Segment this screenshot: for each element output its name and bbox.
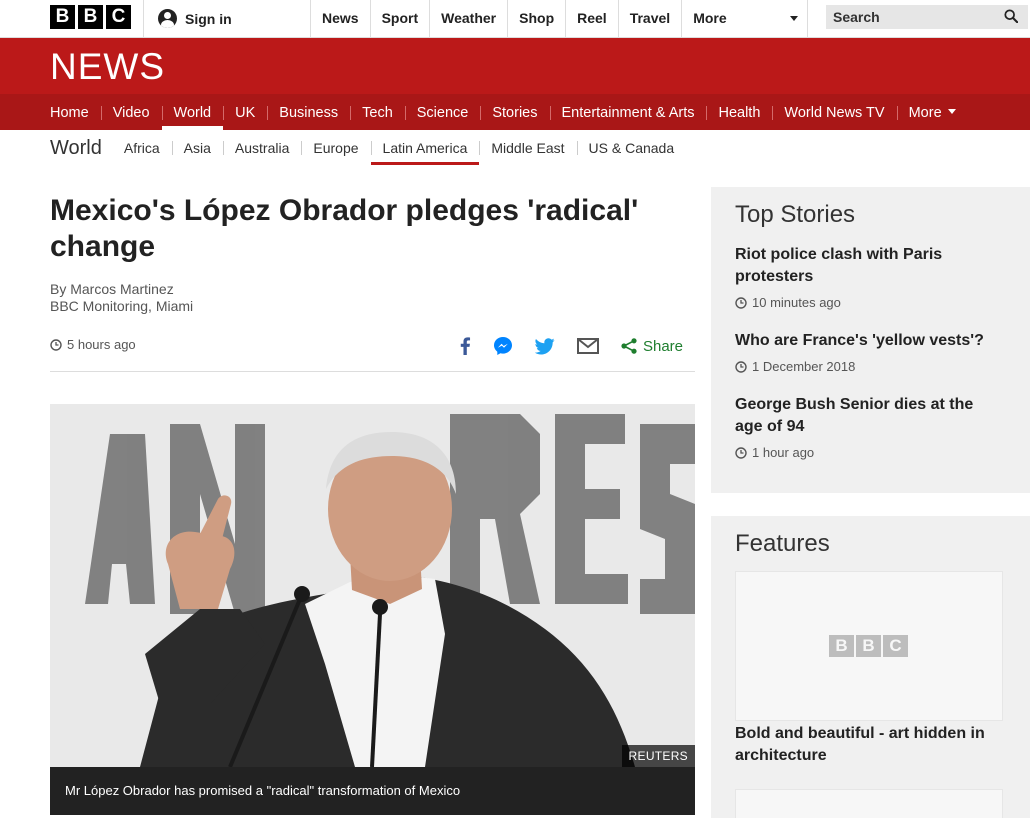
section-europe[interactable]: Europe <box>301 130 370 166</box>
features-panel: Features B B C Bold and beautiful - art … <box>711 516 1030 818</box>
global-nav-more-label: More <box>693 10 727 26</box>
section-africa[interactable]: Africa <box>112 130 172 166</box>
clock-icon <box>735 296 747 309</box>
news-wordmark[interactable]: NEWS <box>50 48 165 86</box>
logo-letter: B <box>829 635 854 657</box>
news-main-nav: Home Video World UK Business Tech Scienc… <box>0 94 1030 130</box>
section-middle-east[interactable]: Middle East <box>479 130 576 166</box>
logo-letter: B <box>50 5 75 29</box>
top-story-item[interactable]: Who are France's 'yellow vests'? 1 Decem… <box>735 330 1005 374</box>
nav-video[interactable]: Video <box>100 94 162 130</box>
logo-letter: B <box>856 635 881 657</box>
nav-home[interactable]: Home <box>38 94 101 130</box>
features-title: Features <box>735 530 830 557</box>
feature-image-placeholder[interactable] <box>735 789 1003 818</box>
share-label: Share <box>642 337 683 355</box>
top-story-time-text: 1 December 2018 <box>752 359 856 374</box>
article-headline: Mexico's López Obrador pledges 'radical'… <box>50 194 639 263</box>
top-story-item[interactable]: George Bush Senior dies at the age of 94… <box>735 394 1005 460</box>
author-name: By Marcos Martinez <box>50 281 174 297</box>
section-us-canada[interactable]: US & Canada <box>576 130 687 166</box>
chevron-down-icon <box>947 109 956 114</box>
section-asia[interactable]: Asia <box>171 130 223 166</box>
global-nav-shop[interactable]: Shop <box>507 0 565 37</box>
top-story-item[interactable]: Riot police clash with Paris protesters … <box>735 244 1005 310</box>
nav-uk[interactable]: UK <box>223 94 267 130</box>
facebook-icon[interactable] <box>459 337 471 355</box>
clock-icon <box>735 360 747 373</box>
feature-title[interactable]: Bold and beautiful - art hidden in archi… <box>735 723 1003 767</box>
author-role: BBC Monitoring, Miami <box>50 298 194 314</box>
nav-business[interactable]: Business <box>267 94 350 130</box>
search-input[interactable] <box>826 5 996 29</box>
nav-more-label: More <box>908 105 942 121</box>
article-hero-image: REUTERS <box>50 404 695 767</box>
nav-world-news-tv[interactable]: World News TV <box>772 94 896 130</box>
byline: By Marcos Martinez BBC Monitoring, Miami <box>50 281 193 315</box>
share-tools: Share <box>459 333 683 359</box>
bbc-logo[interactable]: B B C <box>50 5 131 29</box>
nav-stories[interactable]: Stories <box>480 94 549 130</box>
section-australia[interactable]: Australia <box>222 130 301 166</box>
nav-tech[interactable]: Tech <box>350 94 405 130</box>
sign-in-label: Sign in <box>185 10 232 27</box>
section-nav: World Africa Asia Australia Europe Latin… <box>50 130 686 166</box>
image-credit: REUTERS <box>621 745 695 767</box>
feature-image-placeholder[interactable]: B B C <box>735 571 1003 721</box>
global-nav-weather[interactable]: Weather <box>429 0 507 37</box>
top-story-time-text: 1 hour ago <box>752 445 815 460</box>
search-box <box>826 5 1028 29</box>
top-story-time: 10 minutes ago <box>735 295 1005 310</box>
global-nav-reel[interactable]: Reel <box>565 0 618 37</box>
sign-in-link[interactable]: Sign in <box>158 0 232 37</box>
nav-world[interactable]: World <box>161 94 224 130</box>
top-story-title[interactable]: Who are France's 'yellow vests'? <box>735 330 1005 352</box>
clock-icon <box>735 446 747 459</box>
top-stories-title: Top Stories <box>735 201 856 228</box>
logo-letter: B <box>78 5 103 29</box>
twitter-icon[interactable] <box>534 337 555 355</box>
email-icon[interactable] <box>576 338 599 354</box>
share-button[interactable]: Share <box>621 338 683 355</box>
bbc-placeholder-logo: B B C <box>829 635 908 657</box>
top-story-title[interactable]: Riot police clash with Paris protesters <box>735 244 1005 288</box>
divider <box>143 0 144 37</box>
global-nav-more[interactable]: More <box>681 0 809 37</box>
global-nav-news[interactable]: News <box>310 0 370 37</box>
nav-entertainment-arts[interactable]: Entertainment & Arts <box>549 94 707 130</box>
image-caption: Mr López Obrador has promised a "radical… <box>50 767 695 815</box>
global-nav: News Sport Weather Shop Reel Travel More <box>310 0 809 37</box>
chevron-down-icon <box>790 16 799 21</box>
top-story-time: 1 December 2018 <box>735 359 1005 374</box>
speaker-photo <box>50 404 695 767</box>
top-stories-panel: Top Stories Riot police clash with Paris… <box>711 187 1030 493</box>
messenger-icon[interactable] <box>493 336 513 356</box>
global-nav-travel[interactable]: Travel <box>617 0 681 37</box>
user-icon <box>158 9 177 28</box>
top-story-time: 1 hour ago <box>735 445 1005 460</box>
nav-more[interactable]: More <box>896 94 968 130</box>
nav-science[interactable]: Science <box>404 94 481 130</box>
article-divider <box>50 371 695 372</box>
logo-letter: C <box>883 635 908 657</box>
top-story-time-text: 10 minutes ago <box>752 295 841 310</box>
article-meta: 5 hours ago Share <box>50 333 695 359</box>
global-nav-sport[interactable]: Sport <box>369 0 430 37</box>
top-story-title[interactable]: George Bush Senior dies at the age of 94 <box>735 394 1005 438</box>
clock-icon <box>50 338 62 351</box>
timestamp: 5 hours ago <box>50 337 136 352</box>
news-banner: NEWS <box>0 38 1030 94</box>
global-header: B B C Sign in News Sport Weather Shop Re… <box>0 0 1030 38</box>
nav-health[interactable]: Health <box>706 94 772 130</box>
section-title[interactable]: World <box>50 130 102 166</box>
section-latin-america[interactable]: Latin America <box>370 130 480 166</box>
logo-letter: C <box>106 5 131 29</box>
search-icon[interactable] <box>1004 9 1018 23</box>
share-icon <box>621 338 637 354</box>
timestamp-text: 5 hours ago <box>67 337 136 352</box>
